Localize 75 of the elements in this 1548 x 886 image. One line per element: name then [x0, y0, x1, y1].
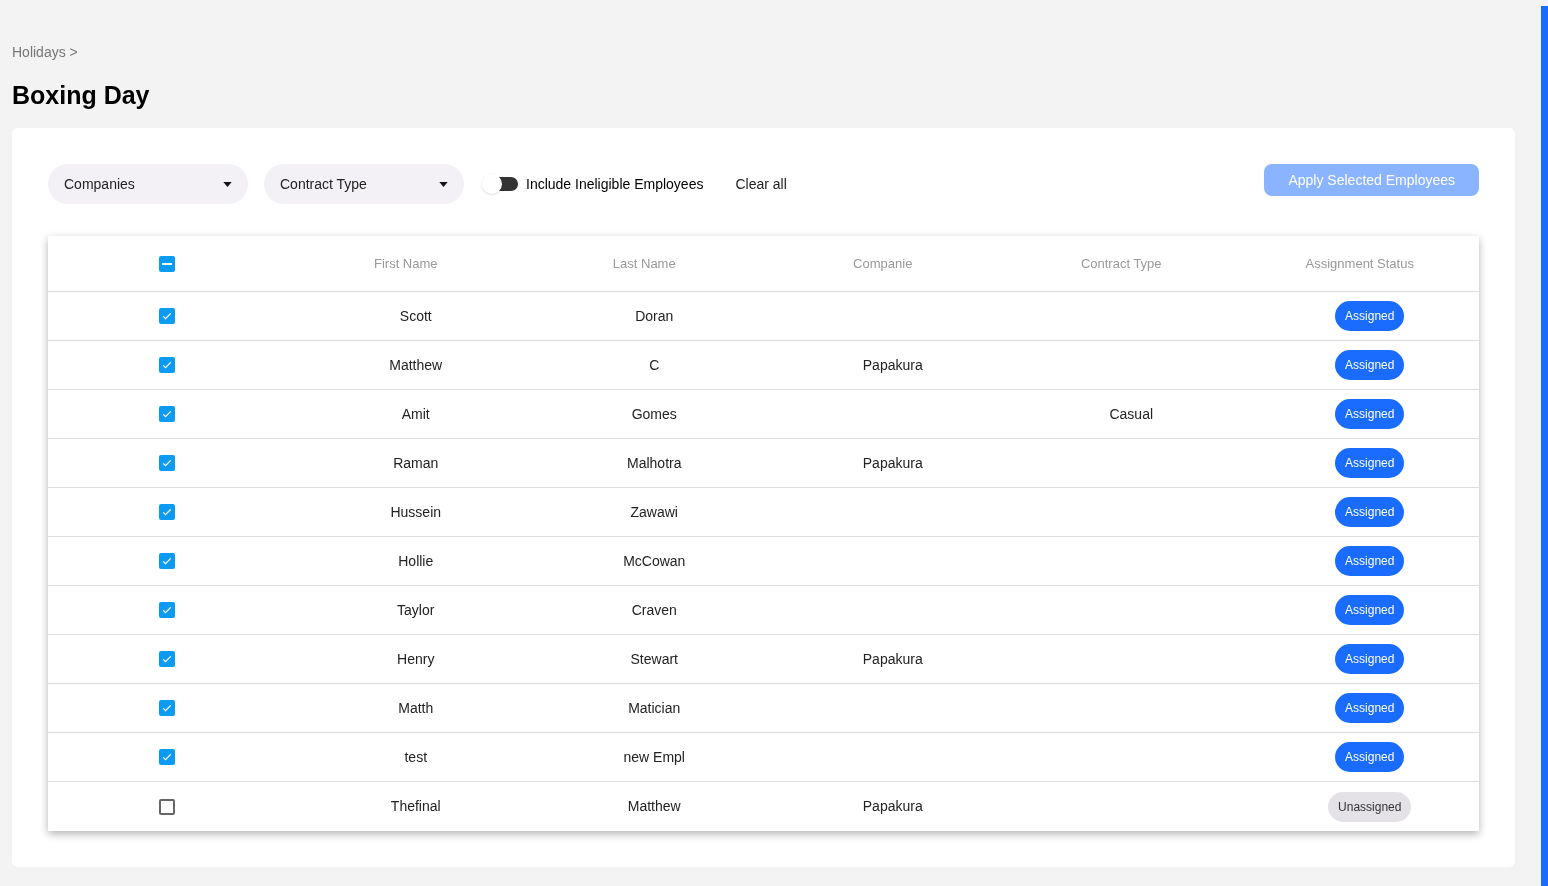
column-header: Last Name	[612, 254, 676, 273]
checkbox[interactable]	[159, 700, 176, 716]
table-cell-text: Taylor	[397, 600, 435, 620]
table-cell-text: Hollie	[398, 551, 434, 571]
toggle-label: Include Ineligible Employees	[526, 174, 704, 194]
checkmark-icon	[161, 408, 174, 420]
checkbox[interactable]	[159, 553, 176, 569]
column-header: Companie	[853, 254, 913, 273]
checkbox[interactable]	[159, 602, 176, 618]
table-cell-text: Thefinal	[390, 797, 441, 816]
status-badge: Assigned	[1335, 742, 1405, 772]
checkbox[interactable]	[159, 798, 176, 815]
table-cell-text: Papakura	[862, 453, 923, 473]
status-badge: Assigned	[1335, 644, 1405, 674]
clear-all-link[interactable]: Clear all	[735, 173, 787, 195]
checkbox[interactable]	[159, 308, 176, 324]
table-cell-text: McCowan	[623, 551, 686, 571]
checkbox[interactable]	[159, 406, 176, 422]
status-badge: Assigned	[1335, 497, 1405, 527]
table-cell-text: new Empl	[623, 747, 685, 767]
select-all-checkbox[interactable]	[159, 255, 176, 272]
caret-icon	[223, 181, 232, 187]
table-cell-text: Henry	[397, 649, 435, 669]
checkmark-icon	[161, 653, 174, 665]
table-cell-text: Matthew	[389, 355, 443, 375]
checkmark-icon	[161, 506, 174, 518]
checkbox[interactable]	[159, 455, 176, 471]
table-cell-text: Matician	[628, 698, 681, 718]
table-cell-text: Papakura	[862, 797, 923, 816]
checkmark-icon	[161, 604, 174, 616]
table-cell-text: test	[404, 747, 428, 767]
table-cell-text: Amit	[401, 404, 430, 424]
table-cell-text: Doran	[635, 306, 674, 326]
status-badge: Assigned	[1335, 448, 1405, 478]
status-badge: Assigned	[1335, 546, 1405, 576]
table-cell-text: Papakura	[862, 649, 923, 669]
checkbox[interactable]	[159, 357, 176, 373]
table-cell-text: Papakura	[862, 355, 923, 375]
checkbox[interactable]	[159, 504, 176, 520]
breadcrumb[interactable]: Holidays >	[12, 42, 78, 63]
status-badge: Assigned	[1335, 693, 1405, 723]
status-badge: Unassigned	[1328, 791, 1412, 822]
filter-dropdown[interactable]: Companies	[48, 164, 248, 204]
status-badge: Assigned	[1335, 595, 1405, 625]
table-cell-text: Malhotra	[627, 453, 682, 473]
table-cell-text: C	[649, 355, 660, 375]
table-cell-text: Craven	[631, 600, 677, 620]
scrollbar[interactable]	[1541, 6, 1548, 886]
checkmark-icon	[161, 702, 174, 714]
status-badge: Assigned	[1335, 399, 1405, 429]
table-cell-text: Zawawi	[630, 502, 678, 522]
table-cell-text: Gomes	[631, 404, 677, 424]
table-cell-text: Raman	[393, 453, 439, 473]
column-header: Contract Type	[1080, 254, 1162, 273]
checkmark-icon	[161, 555, 174, 567]
column-header: First Name	[373, 254, 438, 273]
status-badge: Assigned	[1335, 301, 1405, 331]
checkbox[interactable]	[159, 651, 176, 667]
table-cell-text: Matthew	[627, 797, 681, 816]
table-cell-text: Hussein	[390, 502, 442, 522]
column-header: Assignment Status	[1305, 254, 1414, 273]
checkmark-icon	[161, 751, 174, 763]
page-title: Boxing Day	[12, 83, 151, 108]
table-cell-text: Stewart	[630, 649, 678, 669]
checkmark-icon	[161, 359, 174, 371]
table-cell-text: Matth	[398, 698, 434, 718]
checkbox[interactable]	[159, 749, 176, 765]
filter-dropdown[interactable]: Contract Type	[264, 164, 464, 204]
caret-icon	[439, 181, 448, 187]
table-cell-text: Scott	[399, 306, 432, 326]
toggle-switch[interactable]	[484, 177, 518, 191]
checkmark-icon	[161, 310, 174, 322]
checkmark-icon	[161, 457, 174, 469]
status-badge: Assigned	[1335, 350, 1405, 380]
table-cell-text: Casual	[1109, 404, 1154, 424]
